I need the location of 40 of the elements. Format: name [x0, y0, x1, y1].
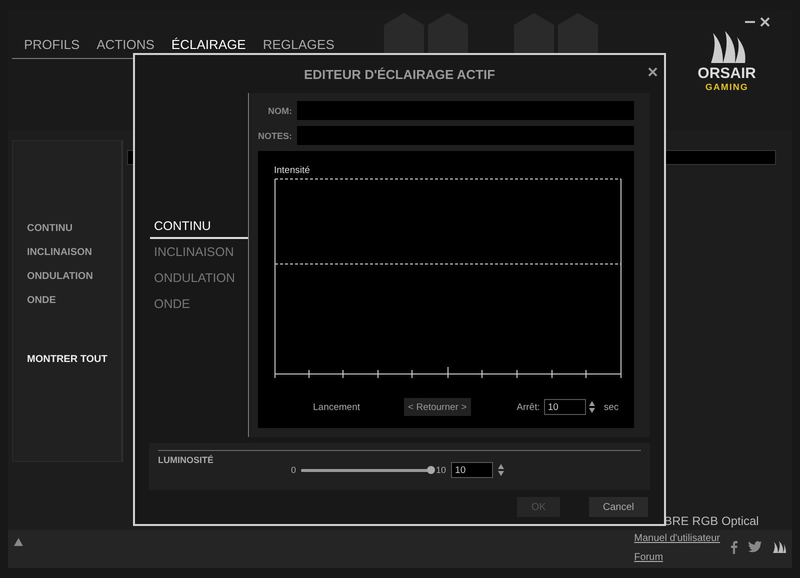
facebook-icon[interactable]: [730, 540, 738, 554]
unit-label: sec: [604, 402, 619, 412]
close-icon[interactable]: [760, 17, 770, 27]
brightness-field[interactable]: 10: [451, 462, 494, 478]
slider-max-label: 10: [436, 465, 446, 475]
logo-tagline: GAMING: [705, 82, 748, 92]
tab[interactable]: REGLAGES: [256, 37, 340, 57]
sails-logo-icon[interactable]: [772, 541, 786, 553]
show-all-link[interactable]: MONTRER TOUT: [27, 354, 121, 365]
effect-tab[interactable]: CONTINU: [150, 219, 248, 239]
start-label: Lancement: [313, 402, 360, 412]
effect-tab[interactable]: ONDULATION: [150, 271, 248, 297]
reverse-button[interactable]: < Retourner >: [404, 398, 471, 416]
sidebar-item[interactable]: CONTINU: [27, 223, 121, 234]
close-button[interactable]: ×: [645, 64, 660, 80]
logo-wordmark: ORSAIR: [698, 65, 756, 82]
axis-label: Intensité: [274, 165, 311, 177]
field-label: NOTES:: [258, 130, 292, 140]
slider-min-label: 0: [291, 465, 296, 475]
tab[interactable]: ACTIONS: [90, 37, 160, 57]
footer-link[interactable]: Forum: [634, 552, 720, 563]
sidebar-item[interactable]: ONDULATION: [27, 271, 121, 282]
dialog-button[interactable]: Cancel: [588, 497, 648, 517]
footer-link[interactable]: Manuel d'utilisateur: [634, 533, 720, 544]
field-label: NOM:: [267, 106, 292, 116]
effect-tab[interactable]: INCLINAISON: [150, 245, 248, 271]
up-triangle-icon[interactable]: [14, 538, 23, 546]
dialog-title: EDITEUR D'ÉCLAIRAGE ACTIF: [304, 66, 496, 82]
spinner-arrows-icon[interactable]: [498, 464, 504, 476]
sidebar-item[interactable]: ONDE: [27, 295, 121, 306]
stop-time-field[interactable]: 10: [544, 399, 586, 415]
slider-thumb[interactable]: [427, 466, 436, 474]
tab[interactable]: PROFILS: [18, 37, 86, 57]
spinner-arrows-icon[interactable]: [588, 401, 595, 413]
input-field[interactable]: [297, 126, 634, 145]
sidebar-item[interactable]: INCLINAISON: [27, 247, 121, 258]
bird-icon[interactable]: [748, 541, 762, 553]
input-field[interactable]: [297, 101, 634, 120]
stop-label: Arrêt:: [516, 402, 540, 412]
effect-tab[interactable]: ONDE: [150, 297, 248, 323]
